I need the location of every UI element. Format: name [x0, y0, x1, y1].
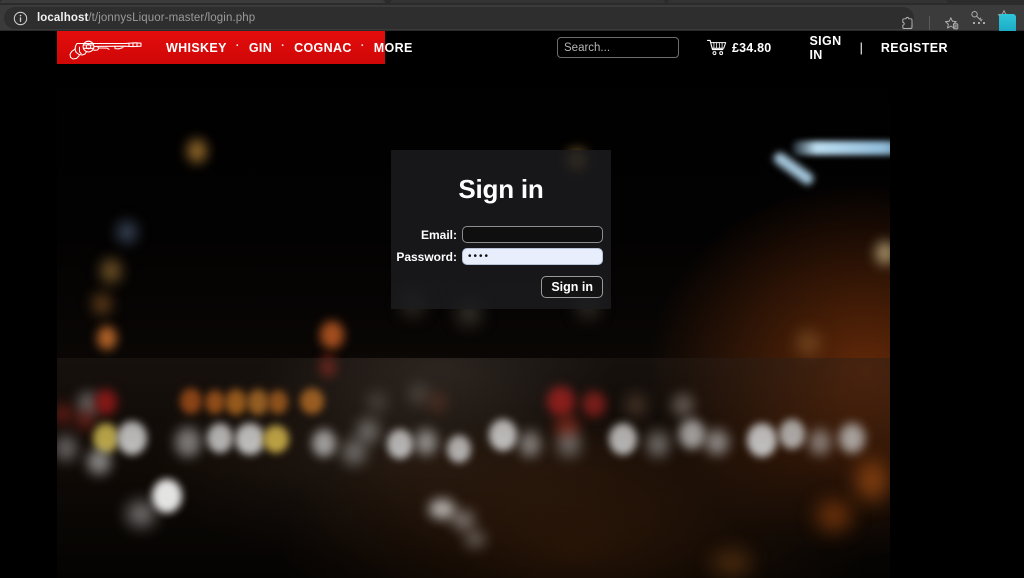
revolver-pistol-logo-icon[interactable]: [61, 33, 149, 63]
nav-links: WHISKEY · GIN · COGNAC · MORE: [157, 41, 422, 55]
page-title: Sign in: [458, 174, 544, 204]
browser-tab[interactable]: [0, 0, 385, 3]
nav-separator: ·: [281, 40, 286, 52]
url-path: /t/jonnysLiquor-master/login.php: [88, 12, 256, 24]
road-reflection-light: [127, 501, 155, 527]
cart-total-amount: £34.80: [732, 40, 772, 55]
password-field[interactable]: [462, 248, 603, 265]
road-reflection-light: [465, 531, 485, 547]
browser-tab[interactable]: [390, 0, 665, 3]
browser-tab[interactable]: [668, 0, 948, 3]
email-form-row: Email:: [391, 226, 611, 243]
extensions-puzzle-icon[interactable]: [900, 16, 915, 31]
neon-sign-streak: [792, 141, 890, 155]
auth-links: SIGN IN | REGISTER: [801, 34, 956, 62]
auth-separator: |: [859, 40, 863, 55]
nav-item-gin[interactable]: GIN: [240, 41, 281, 55]
road-reflection-light: [817, 501, 851, 531]
bokeh-light: [875, 241, 890, 265]
profile-avatar-icon[interactable]: [999, 13, 1016, 33]
road-reflection-light: [857, 461, 887, 501]
cart-widget[interactable]: £34.80: [706, 39, 772, 56]
sign-in-link[interactable]: SIGN IN: [801, 34, 849, 62]
bokeh-light: [320, 321, 344, 349]
browser-toolbar: localhost/t/jonnysLiquor-master/login.ph…: [0, 5, 1024, 33]
nav-item-more[interactable]: MORE: [365, 41, 422, 55]
password-form-row: Password:: [391, 248, 611, 265]
sign-in-panel: Sign in Email: Password: Sign in: [391, 150, 611, 309]
search-input[interactable]: [557, 37, 679, 58]
page-viewport: WHISKEY · GIN · COGNAC · MORE Search... …: [0, 31, 1024, 578]
navbar-red-block: WHISKEY · GIN · COGNAC · MORE: [57, 31, 412, 64]
navbar-right-section: £34.80 SIGN IN | REGISTER: [557, 31, 956, 64]
submit-row: Sign in: [391, 276, 611, 298]
password-label: Password:: [396, 249, 457, 264]
browser-window: localhost/t/jonnysLiquor-master/login.ph…: [0, 0, 1024, 578]
site-navbar: WHISKEY · GIN · COGNAC · MORE Search... …: [57, 31, 948, 65]
road-reflection-light: [712, 551, 752, 575]
register-link[interactable]: REGISTER: [873, 41, 956, 55]
road-reflection-light: [429, 499, 455, 519]
shopping-cart-icon: [706, 39, 727, 56]
url-host: localhost: [37, 12, 89, 24]
bokeh-light: [97, 326, 117, 350]
info-circle-icon[interactable]: [13, 11, 28, 26]
bokeh-light: [117, 221, 137, 243]
bokeh-light: [187, 139, 207, 163]
nav-item-whiskey[interactable]: WHISKEY: [157, 41, 236, 55]
road-reflection-light: [152, 479, 182, 513]
collections-icon[interactable]: [944, 16, 959, 31]
nav-separator: ·: [360, 40, 365, 52]
bokeh-light: [93, 293, 111, 315]
url-text: localhost/t/jonnysLiquor-master/login.ph…: [37, 12, 255, 24]
bokeh-light: [101, 259, 121, 283]
email-field[interactable]: [462, 226, 603, 243]
address-bar[interactable]: localhost/t/jonnysLiquor-master/login.ph…: [4, 7, 914, 29]
toolbar-divider: [928, 16, 930, 30]
road-reflection-light: [452, 511, 474, 529]
email-label: Email:: [420, 227, 457, 242]
more-options-ellipsis-icon[interactable]: [972, 21, 985, 25]
nav-item-cognac[interactable]: COGNAC: [285, 41, 361, 55]
sign-in-button[interactable]: Sign in: [541, 276, 603, 298]
bokeh-light: [797, 331, 819, 355]
nav-separator: ·: [235, 40, 240, 52]
